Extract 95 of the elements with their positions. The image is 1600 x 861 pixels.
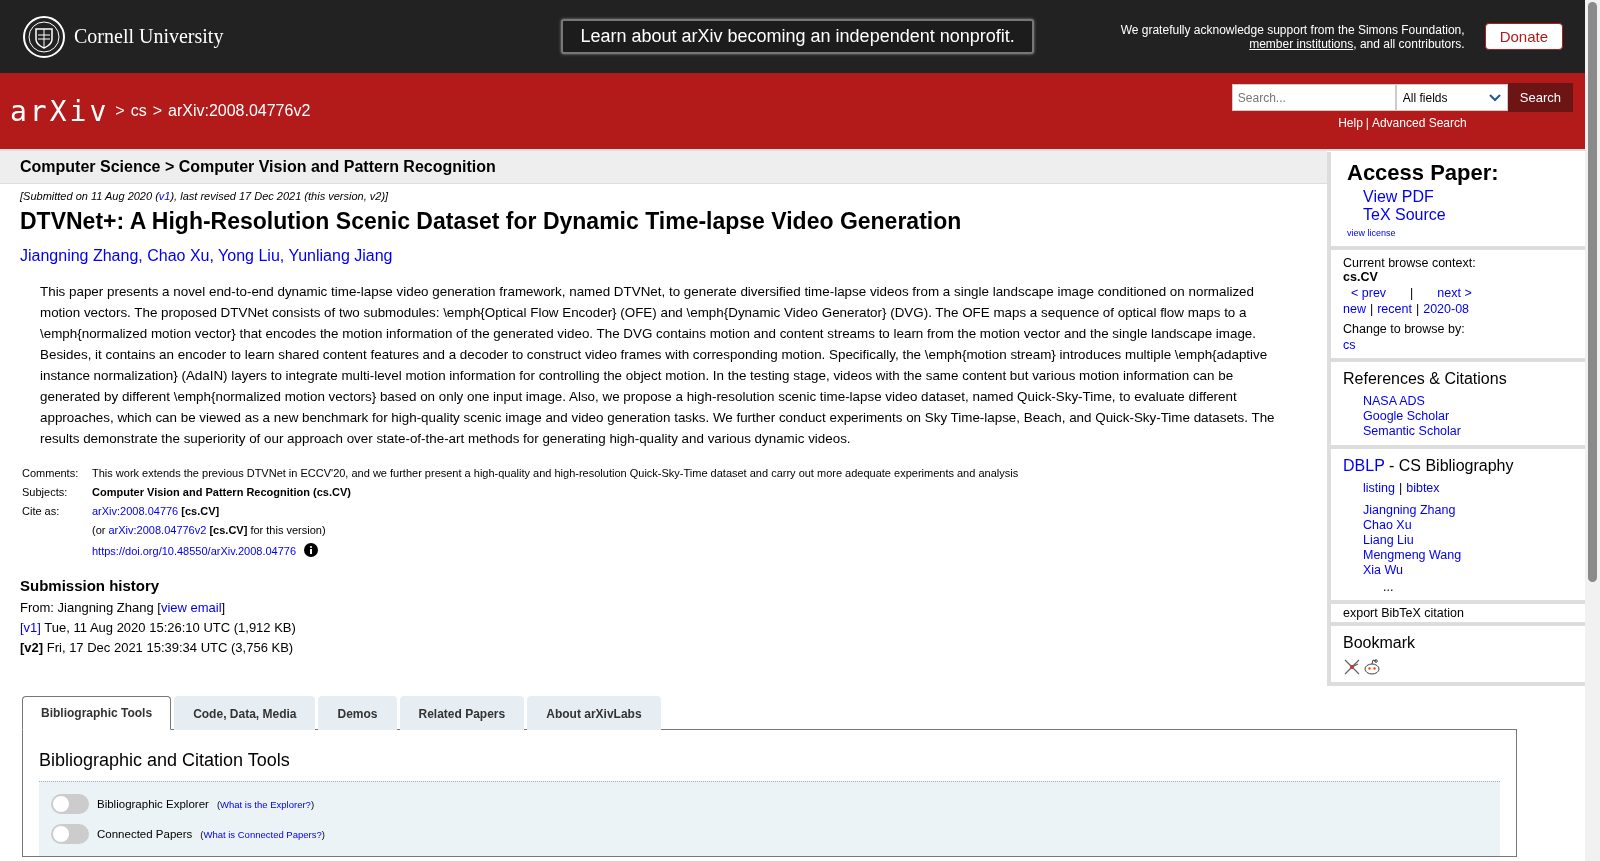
browse-link[interactable]: cs xyxy=(1343,338,1356,352)
reference-link[interactable]: NASA ADS xyxy=(1363,394,1573,409)
author-link[interactable]: Jiangning Zhang xyxy=(1363,503,1573,518)
author-link[interactable]: Xia Wu xyxy=(1363,563,1573,578)
toggle-switch[interactable] xyxy=(51,794,89,814)
field-select[interactable]: All fields xyxy=(1395,84,1508,111)
network-icon[interactable] xyxy=(1343,658,1361,676)
version-citation: (or arXiv:2008.04776v2 [cs.CV] for this version) xyxy=(92,524,327,536)
download-link[interactable]: TeX Source xyxy=(1363,206,1573,224)
listing-link[interactable]: listing xyxy=(1363,481,1395,495)
browse-link[interactable]: new xyxy=(1343,302,1366,316)
tab[interactable]: Demos xyxy=(318,696,397,730)
link-divider: | xyxy=(1365,116,1369,130)
cite-label: Cite as: xyxy=(22,505,61,517)
subjects-label: Subjects: xyxy=(22,486,69,498)
tab[interactable]: Bibliographic Tools xyxy=(22,696,172,730)
breadcrumb-link[interactable]: cs xyxy=(130,102,147,120)
section-heading: Submission history xyxy=(20,577,161,594)
cite-link[interactable]: arXiv:2008.04776 xyxy=(92,505,179,517)
author-link[interactable]: Jiangning Zhang xyxy=(20,247,139,264)
section-heading: - CS Bibliography xyxy=(1388,457,1514,474)
link-divider: | xyxy=(1415,302,1420,316)
tab[interactable]: Code, Data, Media xyxy=(174,696,316,730)
download-link[interactable]: View PDF xyxy=(1363,188,1573,206)
seal-icon[interactable] xyxy=(22,14,66,59)
browse-context: cs.CV xyxy=(1343,270,1378,284)
version-label: [v2] xyxy=(20,640,44,655)
submission-dateline: [Submitted on 11 Aug 2020 (v1), last revised 17 Dec 2021 (this version, v2)] xyxy=(20,190,390,202)
chevron-down-icon xyxy=(1488,93,1501,102)
cite-link[interactable]: arXiv:2008.04776v2 xyxy=(108,524,207,536)
comments-text: This work extends the previous DTVNet in ECCV'20, and we further present a high-quality and high-resolution Quick-Sky-Time dataset and carry out more adequate experiments and analysis xyxy=(92,467,1020,479)
dblp-link[interactable]: DBLP xyxy=(1343,457,1385,474)
breadcrumb-separator: > xyxy=(152,102,162,120)
version-details: Tue, 11 Aug 2020 15:26:10 UTC (1,912 KB) xyxy=(44,620,296,635)
tool-label: Bibliographic Explorer xyxy=(97,798,209,810)
browse-link[interactable]: 2020-08 xyxy=(1423,302,1470,316)
author-link[interactable]: Mengmeng Wang xyxy=(1363,548,1573,563)
help-link[interactable]: What is the Explorer? xyxy=(220,798,311,810)
abstract-text: This paper presents a novel end-to-end dynamic time-lapse video generation framework, named DTVNet, to generate diversified time-lapse videos from a single landscape image conditioned on normalized motion vectors. The proposed DTVNet consists of two submodules: \emph{Optical Flow Encoder} (OFE) and \emph{Dynamic Video Generator} (DVG). The OFE maps a sequence of optical flow maps to a \emph{normalized motion vector} that encodes the motion information of the generated video. The DVG contains motion and content streams to learn from the motion vector and the single landscape image. Besides, it contains an encoder to learn shared content features and a decoder to construct video frames with corresponding motion. Specifically, the \emph{motion stream} introduces multiple \emph{adaptive instance normalization} (AdaIN) layers to integrate multi-level motion information for controlling the object motion. In the testing stage, videos with the same content but various motion information can be generated by different \emph{normalized motion vectors} based on only one input image. Also, we propose a high-resolution scenic time-lapse video dataset, named Quick-Sky-Time, to evaluate different approaches, which can be viewed as a new benchmark for high-quality scenic image and video generation tasks. We further conduct experiments on Sky Time-lapse, Beach, and Quick-Sky-Time datasets. The results demonstrate the superiority of our approach over state-of-the-art methods for generating high-quality and various dynamic videos. xyxy=(40,283,1276,448)
tool-help: (What is the Explorer?) xyxy=(216,798,315,810)
tab[interactable]: Related Papers xyxy=(399,696,525,730)
more-ellipsis: ... xyxy=(1383,580,1394,594)
alien-icon[interactable] xyxy=(1363,658,1381,676)
author-link[interactable]: Yong Liu xyxy=(218,247,280,264)
next-link[interactable]: next > xyxy=(1437,286,1472,300)
author-separator: , xyxy=(209,247,215,264)
university-name[interactable]: Cornell University xyxy=(74,25,224,48)
version-details: Fri, 17 Dec 2021 15:39:34 UTC (3,756 KB) xyxy=(46,640,294,655)
browse-link[interactable]: recent xyxy=(1377,302,1412,316)
doi-link[interactable]: https://doi.org/10.48550/arXiv.2008.04776 xyxy=(92,545,297,557)
browse-context-label: Current browse context: xyxy=(1343,256,1476,270)
toggle-switch[interactable] xyxy=(51,824,89,844)
author-link[interactable]: Chao Xu xyxy=(147,247,210,264)
author-link[interactable]: Yunliang Jiang xyxy=(288,247,393,264)
breadcrumb-separator: > xyxy=(115,102,125,120)
tab[interactable]: About arXivLabs xyxy=(527,696,661,730)
submitter-line: From: Jiangning Zhang [view email] xyxy=(20,600,227,615)
nav-divider: | xyxy=(1410,286,1414,300)
export-bibtex-link[interactable]: export BibTeX citation xyxy=(1343,606,1464,620)
reference-link[interactable]: Semantic Scholar xyxy=(1363,424,1573,439)
subject-breadcrumb: Computer Science > Computer Vision and Pattern Recognition xyxy=(0,151,1327,184)
subjects-text: Computer Vision and Pattern Recognition (cs.CV) xyxy=(92,486,352,498)
tool-help: (What is Connected Papers?) xyxy=(200,828,325,840)
author-link[interactable]: Liang Liu xyxy=(1363,533,1573,548)
author-link[interactable]: Chao Xu xyxy=(1363,518,1573,533)
help-link[interactable]: What is Connected Papers? xyxy=(203,828,322,840)
info-icon[interactable] xyxy=(304,543,319,557)
section-heading: Bookmark xyxy=(1343,634,1417,652)
advanced-search-link[interactable]: Advanced Search xyxy=(1371,116,1467,130)
prev-link[interactable]: < prev xyxy=(1351,286,1387,300)
donate-button[interactable]: Donate xyxy=(1484,23,1563,50)
author-separator: , xyxy=(138,247,144,264)
search-button[interactable]: Search xyxy=(1507,83,1573,112)
paper-title: DTVNet+: A High-Resolution Scenic Dataset for Dynamic Time-lapse Video Generation xyxy=(20,208,963,235)
author-separator: , xyxy=(279,247,286,264)
tool-label: Connected Papers xyxy=(97,828,193,840)
category-tag: [cs.CV] xyxy=(181,505,220,517)
link-divider: | xyxy=(1369,302,1374,316)
panel-heading: Bibliographic and Citation Tools xyxy=(39,750,291,771)
scrollbar[interactable] xyxy=(1585,0,1600,861)
search-field[interactable]: Search... xyxy=(1231,84,1396,111)
link-divider: | xyxy=(1398,481,1403,495)
section-heading: References & Citations xyxy=(1343,370,1508,388)
bibtex-link[interactable]: bibtex xyxy=(1406,481,1440,495)
change-browse-label: Change to browse by: xyxy=(1343,322,1465,336)
comments-label: Comments: xyxy=(22,467,80,479)
help-link[interactable]: Help xyxy=(1338,116,1363,130)
license-link[interactable]: view license xyxy=(1347,228,1573,238)
breadcrumb-link[interactable]: arXiv:2008.04776v2 xyxy=(168,102,311,120)
acknowledgment-text: We gratefully acknowledge support from the Simons Foundation, member institutions, and all contributors. xyxy=(1119,22,1465,51)
reference-link[interactable]: Google Scholar xyxy=(1363,409,1573,424)
arxiv-logo[interactable]: arXiv xyxy=(10,94,110,128)
version-link[interactable]: [v1] xyxy=(20,620,41,635)
section-heading: Access Paper: xyxy=(1347,160,1500,186)
announcement-banner[interactable]: Learn about arXiv becoming an independent nonprofit. xyxy=(561,19,1034,54)
